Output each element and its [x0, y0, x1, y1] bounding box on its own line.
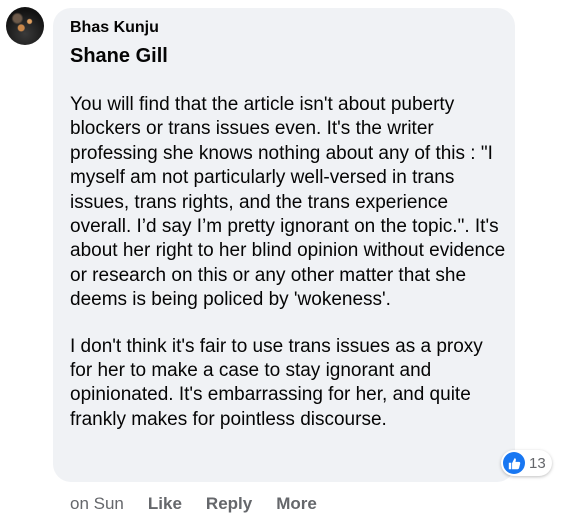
comment-paragraph: You will find that the article isn't abo…: [70, 94, 506, 311]
like-button[interactable]: Like: [148, 494, 182, 514]
comment-body: You will find that the article isn't abo…: [70, 93, 510, 432]
mentioned-user[interactable]: Shane Gill: [70, 45, 168, 68]
comment-actions: on Sun Like Reply More: [70, 494, 317, 514]
comment-paragraph: I don't think it's fair to use trans iss…: [70, 335, 483, 430]
reaction-summary[interactable]: 13: [501, 450, 552, 476]
reply-button[interactable]: Reply: [206, 494, 252, 514]
more-button[interactable]: More: [276, 494, 317, 514]
comment-author[interactable]: Bhas Kunju: [70, 19, 159, 37]
like-icon: [503, 452, 525, 474]
comment-timestamp[interactable]: on Sun: [70, 494, 124, 514]
reaction-count: 13: [529, 454, 546, 472]
avatar[interactable]: [6, 7, 44, 45]
